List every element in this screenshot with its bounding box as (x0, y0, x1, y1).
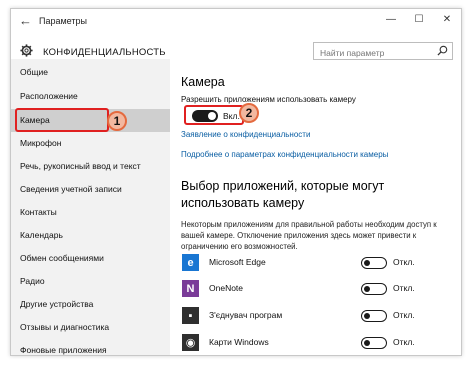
window-controls: — ☐ ✕ (377, 9, 461, 31)
maximize-button[interactable]: ☐ (405, 9, 433, 31)
edge-camera-toggle[interactable] (361, 257, 387, 269)
camera-access-toggle[interactable] (192, 110, 218, 122)
search-icon[interactable] (437, 45, 448, 56)
apps-heading: Выбор приложений, которые могут использо… (181, 179, 385, 210)
app-toggle-state: Откл. (393, 337, 415, 347)
sidebar-item-microphone[interactable]: Микрофон (11, 132, 170, 155)
annotation-highlight-toggle: Вкл. (184, 105, 244, 125)
sidebar-item-speech[interactable]: Речь, рукописный ввод и текст (11, 155, 170, 178)
sidebar-item-messaging[interactable]: Обмен сообщениями (11, 247, 170, 270)
app-row-edge: e Microsoft Edge Откл. (181, 252, 456, 274)
sidebar-item-other-devices[interactable]: Другие устройства (11, 293, 170, 316)
minimize-button[interactable]: — (377, 9, 405, 31)
search-input[interactable] (314, 45, 432, 61)
onenote-camera-toggle[interactable] (361, 283, 387, 295)
edge-icon: e (182, 254, 199, 271)
close-button[interactable]: ✕ (433, 9, 461, 31)
title-bar: ← Параметры — ☐ ✕ (11, 9, 461, 35)
camera-permission-label: Разрешить приложениям использовать камер… (181, 95, 356, 104)
app-name: З'єднувач програм (209, 310, 283, 320)
annotation-highlight-camera (15, 108, 109, 132)
app-row-connector: ▪ З'єднувач програм Откл. (181, 305, 456, 327)
page-title: КОНФИДЕНЦИАЛЬНОСТЬ (43, 47, 166, 58)
sidebar-item-location[interactable]: Расположение (11, 85, 170, 108)
app-name: Microsoft Edge (209, 257, 266, 267)
maps-icon: ◉ (182, 334, 199, 351)
more-info-link[interactable]: Подробнее о параметрах конфиденциальност… (181, 150, 388, 159)
sidebar: Общие Расположение Камера Микрофон Речь,… (11, 59, 170, 355)
app-row-maps: ◉ Карти Windows Откл. (181, 332, 456, 354)
camera-settings-panel: Камера Разрешить приложениям использоват… (181, 67, 456, 355)
onenote-icon: N (182, 280, 199, 297)
privacy-statement-link[interactable]: Заявление о конфиденциальности (181, 130, 310, 139)
app-toggle-state: Откл. (393, 283, 415, 293)
app-toggle-state: Откл. (393, 257, 415, 267)
sidebar-item-background-apps[interactable]: Фоновые приложения (11, 339, 170, 355)
sidebar-item-general[interactable]: Общие (11, 61, 170, 84)
app-toggle-state: Откл. (393, 310, 415, 320)
app-connector-icon: ▪ (182, 307, 199, 324)
maps-camera-toggle[interactable] (361, 337, 387, 349)
back-arrow-icon[interactable]: ← (19, 13, 32, 28)
app-row-onenote: N OneNote Откл. (181, 278, 456, 300)
sidebar-item-calendar[interactable]: Календарь (11, 224, 170, 247)
sidebar-item-radios[interactable]: Радио (11, 270, 170, 293)
app-name: Карти Windows (209, 337, 269, 347)
section-heading-camera: Камера (181, 75, 225, 89)
connector-camera-toggle[interactable] (361, 310, 387, 322)
app-name: OneNote (209, 283, 244, 293)
apps-description: Некоторым приложениям для правильной раб… (181, 220, 437, 251)
annotation-badge-1: 1 (107, 111, 127, 131)
window-title: Параметры (39, 16, 87, 26)
gear-icon (20, 44, 33, 57)
sidebar-item-account-info[interactable]: Сведения учетной записи (11, 178, 170, 201)
sidebar-item-feedback[interactable]: Отзывы и диагностика (11, 316, 170, 339)
annotation-badge-2: 2 (239, 103, 259, 123)
camera-toggle-state: Вкл. (223, 111, 240, 121)
search-box[interactable] (313, 42, 453, 61)
sidebar-item-contacts[interactable]: Контакты (11, 201, 170, 224)
settings-window: ← Параметры — ☐ ✕ КОНФИДЕНЦИАЛЬНОСТЬ Най… (10, 8, 462, 356)
